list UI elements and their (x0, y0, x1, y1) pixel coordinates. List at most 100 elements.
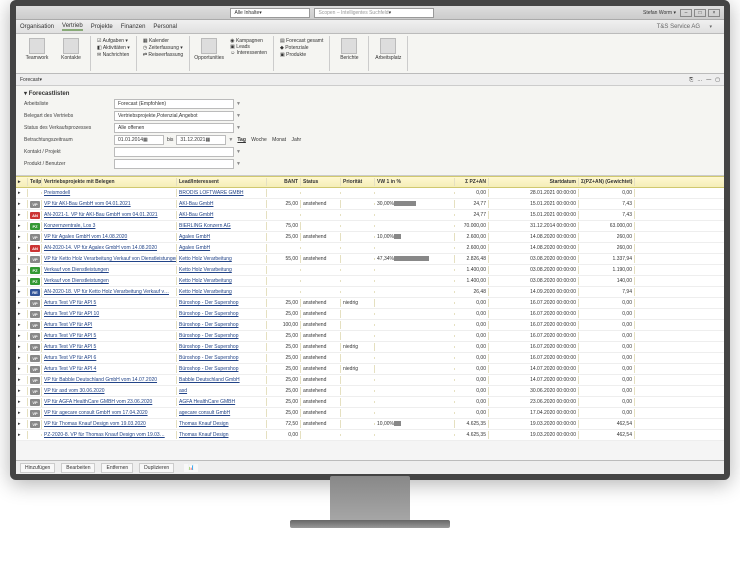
table-row[interactable]: ▸VPArturs Test VP für API 10Büroshop - D… (16, 309, 724, 320)
ribbon-reports[interactable]: Berichte (334, 38, 364, 61)
menu-personal[interactable]: Personal (153, 24, 177, 30)
ribbon-opportunities[interactable]: Opportunities (194, 38, 224, 61)
table-row[interactable]: ▸VPVP für Babble Deutschland GmbH vom 14… (16, 375, 724, 386)
filter-arbeitsliste[interactable]: Forecast (Empfohlen) (114, 99, 234, 109)
funnel-icon[interactable]: ▼ (236, 149, 241, 155)
row-lead-link[interactable]: Büroshop - Der Supershop (179, 322, 238, 328)
table-row[interactable]: ▸VPVP für Thomas Knauf Design vom 19.03.… (16, 419, 724, 430)
ribbon-calendar[interactable]: ▦ Kalender (141, 38, 185, 44)
ribbon-travel[interactable]: ⇄ Reiseerfassung (141, 52, 185, 58)
row-name-link[interactable]: Arturs Test VP für API 5 (44, 300, 96, 306)
row-name-link[interactable]: AN-2021-1. VP für AKI-Bau GmbH vom 04.01… (44, 212, 158, 218)
row-name-link[interactable]: VP für Agalex GmbH vom 14.08.2020 (44, 234, 127, 240)
row-lead-link[interactable]: asd (179, 388, 187, 394)
funnel-icon[interactable]: ▼ (236, 101, 241, 107)
toolbar-action-icon[interactable]: ⎘ (689, 77, 693, 83)
row-lead-link[interactable]: AKI-Bau GmbH (179, 212, 213, 218)
row-name-link[interactable]: Arturs Test VP für API 6 (44, 355, 96, 361)
row-lead-link[interactable]: agecare consult GmbH (179, 410, 230, 416)
ribbon-activities[interactable]: ◧ Aktivitäten ▾ (95, 45, 132, 51)
ribbon-forecast-total[interactable]: ▤ Forecast gesamt (278, 38, 325, 44)
row-lead-link[interactable]: Büroshop - Der Supershop (179, 366, 238, 372)
toolbar-action-icon[interactable]: — (706, 77, 711, 83)
col-status[interactable]: Status (301, 178, 341, 186)
filter-date-from[interactable]: 01.01.2014 ▦ (114, 135, 164, 145)
btn-duplicate[interactable]: Duplizieren (139, 463, 174, 473)
table-row[interactable]: ▸VPArturs Test VP für APIBüroshop - Der … (16, 320, 724, 331)
col-bant[interactable]: BANT (267, 178, 301, 186)
menu-vertrieb[interactable]: Vertrieb (62, 23, 83, 31)
menu-projekte[interactable]: Projekte (91, 24, 113, 30)
menu-finanzen[interactable]: Finanzen (121, 24, 146, 30)
company-label[interactable]: T&S Service AG ▾ (657, 24, 712, 30)
col-expand[interactable]: ▸ (16, 178, 28, 186)
row-lead-link[interactable]: Ketto Holz Verarbeitung (179, 267, 232, 273)
window-close[interactable]: × (708, 9, 720, 17)
user-label[interactable]: Stefan Worm ▾ (643, 10, 676, 16)
period-tab-day[interactable]: Tag (237, 137, 246, 143)
row-lead-link[interactable]: Agalex GmbH (179, 245, 210, 251)
col-name[interactable]: Vertriebsprojekte mit Belegen (42, 178, 177, 186)
row-name-link[interactable]: Verkauf von Dienstleistungen (44, 278, 109, 284)
period-tab-month[interactable]: Monat (272, 137, 286, 143)
row-name-link[interactable]: Arturs Test VP für API 5 (44, 333, 96, 339)
table-row[interactable]: ▸VPVP für Agalex GmbH vom 14.08.2020Agal… (16, 232, 724, 243)
row-lead-link[interactable]: Babble Deutschland GmbH (179, 377, 240, 383)
col-type[interactable]: Teilprojekt (28, 178, 42, 186)
row-name-link[interactable]: VP für Babble Deutschland GmbH vom 14.07… (44, 377, 157, 383)
row-lead-link[interactable]: AGFA HealthCare GMBH (179, 399, 235, 405)
row-lead-link[interactable]: Ketto Holz Verarbeitung (179, 289, 232, 295)
btn-remove[interactable]: Entfernen (101, 463, 133, 473)
funnel-icon[interactable]: ▼ (236, 161, 241, 167)
period-tab-week[interactable]: Woche (251, 137, 266, 143)
table-row[interactable]: ▸ANAN-2020-14. VP für Agalex GmbH vom 14… (16, 243, 724, 254)
row-name-link[interactable]: AN-2020-18. VP für Ketto Holz Verarbeitu… (44, 289, 169, 295)
col-prio[interactable]: Priorität (341, 178, 375, 186)
toolbar-action-icon[interactable]: … (697, 77, 702, 83)
row-lead-link[interactable]: Thomas Knauf Design (179, 421, 228, 427)
menu-organisation[interactable]: Organisation (20, 24, 54, 30)
chart-icon[interactable]: 📊 (184, 464, 198, 472)
btn-add[interactable]: Hinzufügen (20, 463, 55, 473)
col-gw[interactable]: Σ(PZ+AN) (Gewichtet) (579, 178, 635, 186)
table-row[interactable]: ▸PZVerkauf von DienstleistungenKetto Hol… (16, 265, 724, 276)
row-lead-link[interactable]: Ketto Holz Verarbeitung (179, 278, 232, 284)
table-row[interactable]: ▸VPVP für agecare consult GmbH vom 17.04… (16, 408, 724, 419)
ribbon-contacts[interactable]: Kontakte (56, 38, 86, 61)
ribbon-potentials[interactable]: ◆ Potenziale (278, 45, 325, 51)
row-name-link[interactable]: Arturs Test VP für API 5 (44, 344, 96, 350)
table-row[interactable]: ▸ANAN-2021-1. VP für AKI-Bau GmbH vom 04… (16, 210, 724, 221)
row-lead-link[interactable]: BIERLING Konzern AG (179, 223, 231, 229)
breadcrumb-item[interactable]: Forecast (20, 77, 39, 83)
row-lead-link[interactable]: Thomas Knauf Design (179, 432, 228, 438)
btn-edit[interactable]: Bearbeiten (61, 463, 95, 473)
ribbon-time[interactable]: ◷ Zeiterfassung ▾ (141, 45, 185, 51)
filter-belegart[interactable]: Vertriebsprojekte,Potenzial,Angebot (114, 111, 234, 121)
ribbon-teamwork[interactable]: Teamwork (22, 38, 52, 61)
row-name-link[interactable]: Arturs Test VP für API 10 (44, 311, 99, 317)
row-lead-link[interactable]: Büroshop - Der Supershop (179, 355, 238, 361)
window-minimize[interactable]: – (680, 9, 692, 17)
table-row[interactable]: ▸PZ-2020-8. VP für Thomas Knauf Design v… (16, 430, 724, 441)
ribbon-prospects[interactable]: ☺ Interessenten (228, 50, 269, 56)
global-search[interactable]: Scopen – Intelligentes Suchfeld ▾ (314, 8, 434, 18)
ribbon-workspace[interactable]: Arbeitsplatz (373, 38, 403, 61)
row-name-link[interactable]: Verkauf von Dienstleistungen (44, 267, 109, 273)
row-lead-link[interactable]: Büroshop - Der Supershop (179, 333, 238, 339)
row-lead-link[interactable]: Büroshop - Der Supershop (179, 311, 238, 317)
table-row[interactable]: ▸VPVP für Ketto Holz Verarbeitung Verkau… (16, 254, 724, 265)
row-name-link[interactable]: Arturs Test VP für API (44, 322, 92, 328)
table-row[interactable]: ▸PreismodellBRODIS LOFTWARE GMBH0,0028.0… (16, 188, 724, 199)
period-tab-year[interactable]: Jahr (291, 137, 301, 143)
row-name-link[interactable]: VP für Ketto Holz Verarbeitung Verkauf v… (44, 256, 177, 262)
row-name-link[interactable]: VP für asd vom 30.06.2020 (44, 388, 105, 394)
row-lead-link[interactable]: Büroshop - Der Supershop (179, 344, 238, 350)
row-lead-link[interactable]: AKI-Bau GmbH (179, 201, 213, 207)
table-row[interactable]: ▸VPArturs Test VP für API 5Büroshop - De… (16, 298, 724, 309)
table-row[interactable]: ▸VPArturs Test VP für API 5Büroshop - De… (16, 342, 724, 353)
row-lead-link[interactable]: Ketto Holz Verarbeitung (179, 256, 232, 262)
table-row[interactable]: ▸PZKonzernzentrale, Los 3BIERLING Konzer… (16, 221, 724, 232)
table-row[interactable]: ▸VPVP für asd vom 30.06.2020asd25,00anst… (16, 386, 724, 397)
col-sum[interactable]: Σ PZ+AN (455, 178, 489, 186)
row-name-link[interactable]: PZ-2020-8. VP für Thomas Knauf Design vo… (44, 432, 165, 438)
